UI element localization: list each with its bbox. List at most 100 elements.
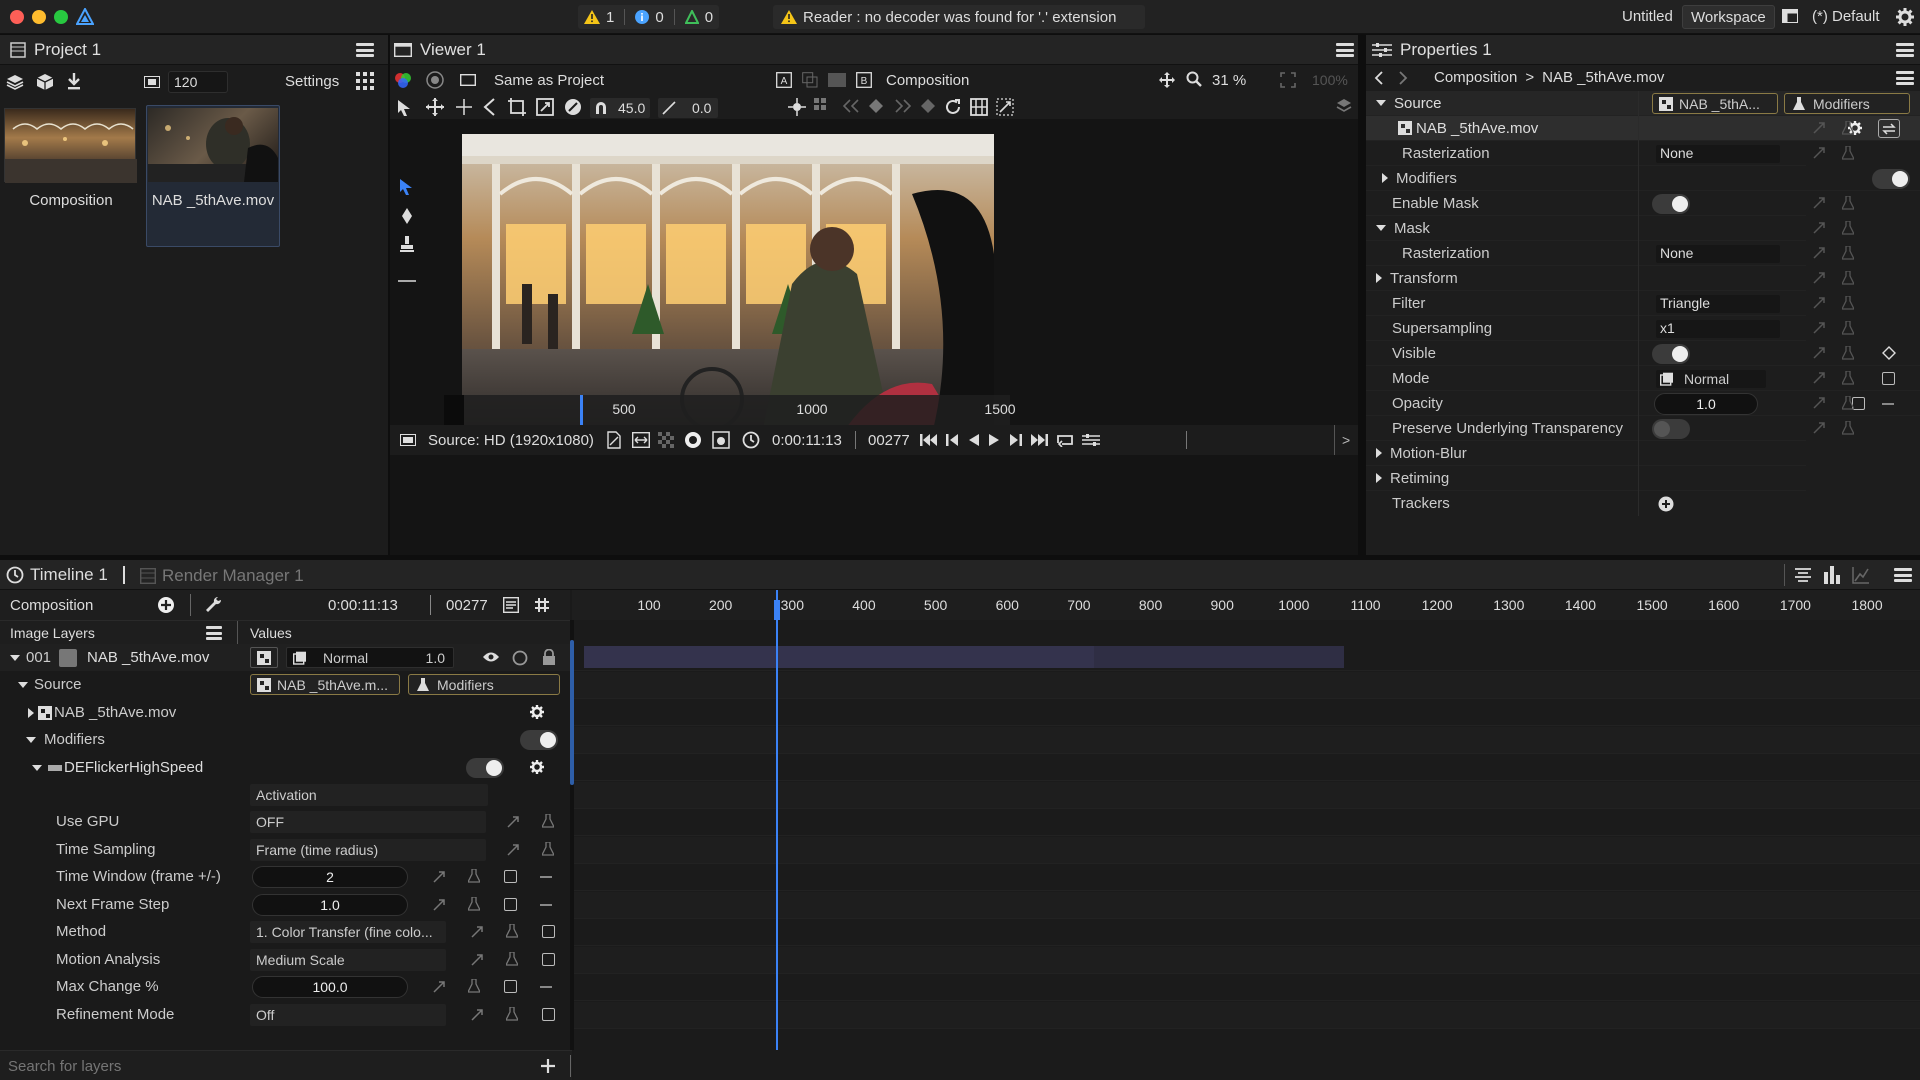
angle-control[interactable]: 45.0	[590, 98, 650, 118]
timeline-playhead[interactable]	[775, 590, 778, 1050]
param-value-field[interactable]: Medium Scale	[250, 948, 446, 971]
lock-icon[interactable]	[542, 649, 556, 665]
rotate-icon[interactable]	[564, 98, 582, 116]
composition-dropdown[interactable]: Composition	[886, 72, 969, 89]
layer-opacity[interactable]: 1.0	[426, 650, 445, 666]
param-row[interactable]: Use GPU OFF	[0, 808, 572, 835]
viewer-frame-number[interactable]: 00277	[868, 432, 910, 449]
prop-row-file[interactable]: NAB _5thAve.mov	[1366, 116, 1920, 141]
move-icon[interactable]	[426, 98, 444, 116]
prop-row-source[interactable]: Source NAB _5thA... Modifiers	[1366, 91, 1920, 116]
rasterization-dropdown[interactable]: None	[1656, 145, 1780, 163]
prop-row-preserve-transparency[interactable]: Preserve Underlying Transparency	[1366, 416, 1806, 441]
go-to-start-icon[interactable]	[920, 433, 938, 447]
grid-view-icon[interactable]	[356, 72, 374, 90]
lut-icon[interactable]	[712, 431, 730, 449]
add-layer-icon[interactable]	[157, 596, 175, 614]
clip-icon[interactable]	[250, 647, 278, 668]
playhead-handle[interactable]	[773, 600, 780, 620]
select-arrow-icon[interactable]	[396, 99, 412, 117]
project-item-clip[interactable]: NAB _5thAve.mov	[146, 105, 280, 247]
back-icon[interactable]	[1374, 71, 1384, 85]
properties-menu-icon[interactable]	[1896, 43, 1914, 57]
fps-control[interactable]: 120	[144, 71, 228, 93]
gear-icon[interactable]	[1848, 121, 1862, 135]
add-icon[interactable]	[540, 1058, 556, 1074]
forward-icon[interactable]	[1398, 71, 1408, 85]
loop-icon[interactable]	[1056, 433, 1074, 447]
mode-dropdown[interactable]: Normal	[1656, 370, 1766, 388]
prop-row-modifiers[interactable]: Modifiers	[1366, 166, 1920, 191]
add-tracker-icon[interactable]	[1658, 496, 1674, 512]
prop-row-enable-mask[interactable]: Enable Mask	[1366, 191, 1806, 216]
param-row[interactable]: Max Change % 100.0	[0, 973, 572, 1000]
link-icon[interactable]	[470, 953, 484, 967]
tab-render-manager[interactable]: Render Manager 1	[140, 566, 304, 586]
param-row[interactable]: Refinement Mode Off	[0, 1001, 572, 1028]
keyframe-icon[interactable]	[868, 98, 884, 114]
minus-icon[interactable]	[540, 986, 552, 988]
color-wheel-icon[interactable]	[684, 431, 702, 449]
video-frame[interactable]	[462, 134, 994, 434]
track-point-icon[interactable]	[788, 98, 806, 116]
link-icon[interactable]	[506, 843, 520, 857]
keyframe-icon[interactable]	[1882, 346, 1896, 360]
prop-row-trackers[interactable]: Trackers	[1366, 491, 1806, 516]
flask-icon[interactable]	[542, 841, 554, 856]
play-icon[interactable]	[988, 433, 1000, 447]
import-icon[interactable]	[66, 72, 82, 90]
dopesheet-icon[interactable]	[1824, 566, 1840, 584]
link-icon[interactable]	[470, 1008, 484, 1022]
composition-selector[interactable]: Composition	[10, 597, 93, 614]
prop-row-retiming[interactable]: Retiming	[1366, 466, 1806, 491]
checkbox[interactable]	[542, 925, 555, 938]
key-all-icon[interactable]	[920, 98, 936, 114]
notes-icon[interactable]	[503, 597, 519, 613]
status-message[interactable]: Reader : no decoder was found for '.' ex…	[773, 5, 1145, 29]
solo-icon[interactable]	[512, 650, 528, 666]
source-row[interactable]: Source NAB _5thAve.m... Modifiers	[0, 671, 572, 698]
breadcrumb-leaf[interactable]: NAB _5thAve.mov	[1542, 69, 1664, 86]
proxy-icon[interactable]	[606, 431, 622, 449]
go-to-end-icon[interactable]	[1030, 433, 1048, 447]
pan-icon[interactable]	[1158, 71, 1176, 89]
aspect-icon[interactable]	[460, 74, 476, 86]
prop-row-mask-rasterization[interactable]: Rasterization None	[1366, 241, 1806, 266]
link-icon[interactable]	[432, 870, 446, 884]
flask-icon[interactable]	[506, 1006, 518, 1021]
safe-area-icon[interactable]	[970, 98, 988, 116]
modifiers-row[interactable]: Modifiers	[0, 726, 572, 753]
modifiers-chip[interactable]: Modifiers	[408, 674, 560, 695]
layers-icon[interactable]	[6, 74, 24, 90]
eye-icon[interactable]	[482, 651, 500, 663]
link-icon[interactable]	[470, 925, 484, 939]
gear-icon[interactable]	[530, 760, 544, 774]
refresh-icon[interactable]	[944, 98, 962, 116]
zoom-icon[interactable]	[1186, 71, 1202, 87]
package-icon[interactable]	[36, 73, 54, 91]
filter-dropdown[interactable]: Triangle	[1656, 295, 1780, 313]
zoom-window-button[interactable]	[54, 10, 68, 24]
overlay-icon[interactable]	[828, 73, 846, 87]
checkbox[interactable]	[542, 1007, 555, 1021]
flask-icon[interactable]	[468, 979, 480, 993]
layout-preset[interactable]: (*) Default	[1812, 8, 1880, 25]
project-item-composition[interactable]: Composition	[4, 105, 138, 245]
layer-row[interactable]: 001 NAB _5thAve.mov Normal 1.0	[0, 644, 572, 671]
swap-icon[interactable]	[1878, 119, 1900, 138]
param-value-field[interactable]: OFF	[250, 811, 486, 833]
stamp-tool-icon[interactable]	[399, 235, 415, 253]
angle-value[interactable]: 45.0	[618, 100, 645, 116]
compare-icon[interactable]	[802, 72, 818, 88]
layer-name[interactable]: NAB _5thAve.mov	[87, 649, 209, 666]
curve-editor-icon[interactable]	[1852, 566, 1870, 584]
breadcrumb-root[interactable]: Composition	[1434, 69, 1517, 86]
source-chip[interactable]: NAB _5thAve.m...	[250, 674, 400, 695]
fit-icon[interactable]	[1280, 72, 1296, 88]
prop-row-supersampling[interactable]: Supersampling x1	[1366, 316, 1806, 341]
offset-value[interactable]: 0.0	[692, 100, 711, 116]
link-icon[interactable]	[506, 815, 520, 829]
workspace-button[interactable]: Workspace	[1682, 5, 1775, 29]
wrench-icon[interactable]	[205, 596, 223, 614]
param-value-field[interactable]: Off	[250, 1003, 446, 1026]
